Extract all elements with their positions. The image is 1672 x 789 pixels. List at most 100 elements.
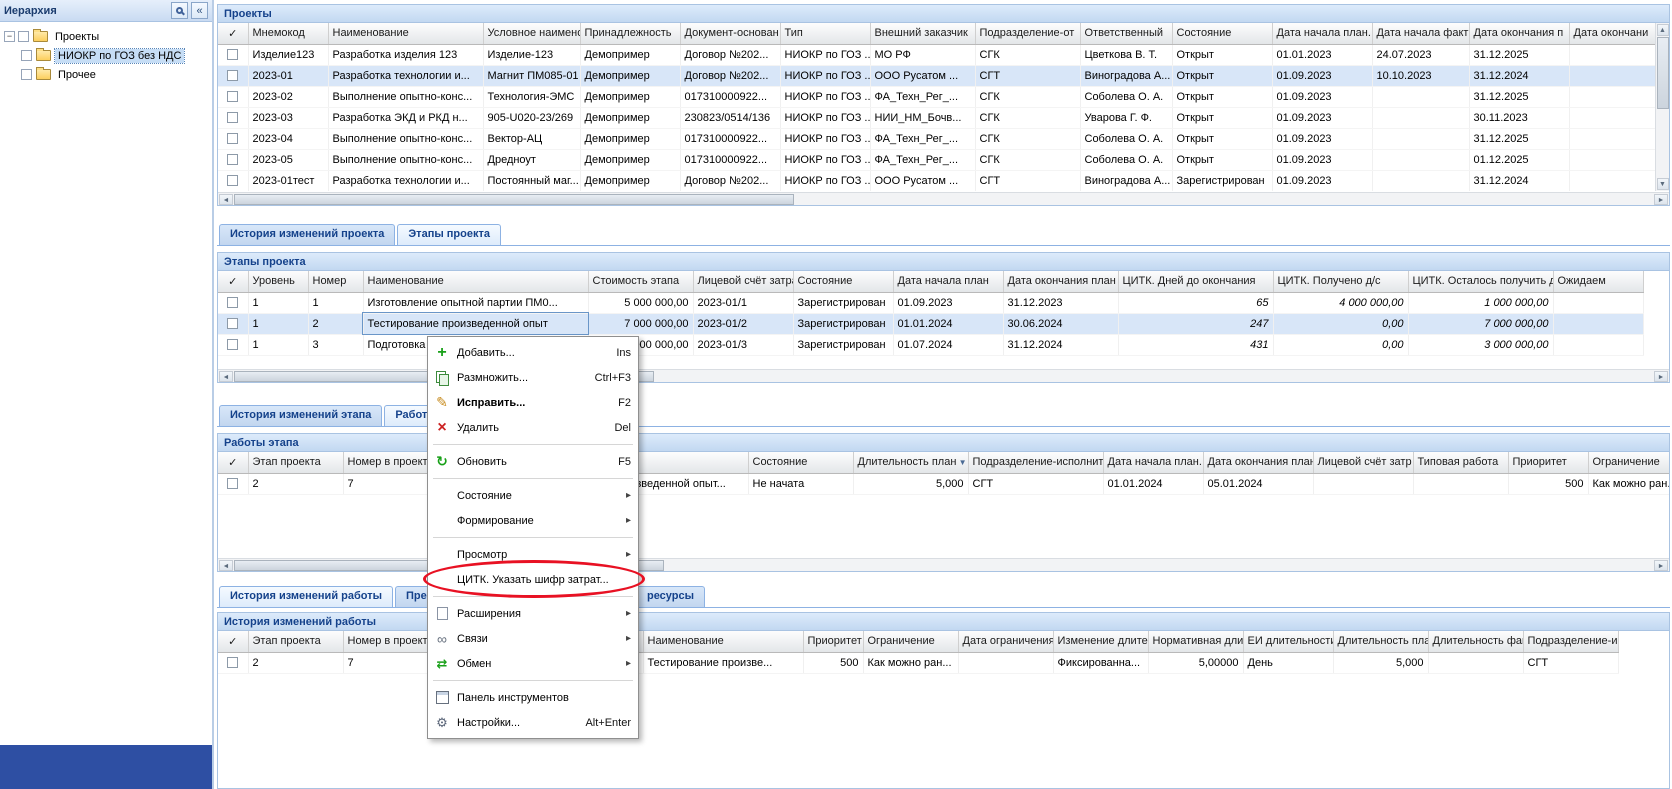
grid-cell[interactable]: СГК <box>975 128 1080 149</box>
grid-cell[interactable] <box>218 313 248 334</box>
tree-item[interactable]: Прочее <box>21 65 209 84</box>
grid-cell[interactable] <box>218 652 248 673</box>
grid-cell[interactable]: 2023-04 <box>248 128 328 149</box>
tree-collapse-icon[interactable]: − <box>4 31 15 42</box>
grid-cell[interactable]: СГТ <box>975 170 1080 191</box>
column-header[interactable]: Лицевой счёт затрат <box>693 271 793 292</box>
row-checkbox[interactable] <box>227 133 238 144</box>
scroll-right-icon[interactable]: ► <box>1654 194 1668 205</box>
column-header[interactable]: Длительность фак <box>1428 631 1523 652</box>
column-header[interactable]: ✓ <box>218 271 248 292</box>
grid-cell[interactable]: Вектор-АЦ <box>483 128 580 149</box>
grid-cell[interactable]: Демопример <box>580 128 680 149</box>
column-header[interactable]: Дата окончания план <box>1203 452 1313 473</box>
grid-cell[interactable] <box>1569 86 1659 107</box>
grid-cell[interactable]: Выполнение опытно-конс... <box>328 86 483 107</box>
grid-cell[interactable]: 7 000 000,00 <box>1408 313 1553 334</box>
grid-cell[interactable]: НИОКР по ГОЗ ... <box>780 65 870 86</box>
row-checkbox[interactable] <box>227 657 238 668</box>
grid-cell[interactable]: Уварова Г. Ф. <box>1080 107 1172 128</box>
row-checkbox[interactable] <box>227 297 238 308</box>
grid-cell[interactable] <box>1313 473 1413 494</box>
column-header[interactable]: Наименование <box>328 23 483 44</box>
grid-cell[interactable]: 0,00 <box>1273 313 1408 334</box>
grid-cell[interactable]: 2023-01тест <box>248 170 328 191</box>
column-header[interactable]: Уровень <box>248 271 308 292</box>
column-header[interactable]: Приоритет <box>803 631 863 652</box>
tree-item-label[interactable]: Проекты <box>52 30 102 44</box>
tab[interactable]: Этапы проекта <box>397 224 501 245</box>
grid-cell[interactable]: 2023-03 <box>248 107 328 128</box>
grid-cell[interactable]: Виноградова А... <box>1080 65 1172 86</box>
context-menu-item[interactable]: Исправить...F2 <box>430 390 636 415</box>
grid-cell[interactable]: 01.01.2023 <box>1272 44 1372 65</box>
grid-cell[interactable]: Демопример <box>580 149 680 170</box>
column-header[interactable]: ЕИ длительности <box>1243 631 1333 652</box>
grid-cell[interactable]: 01.09.2023 <box>1272 107 1372 128</box>
column-header[interactable]: ✓ <box>218 631 248 652</box>
context-menu-item[interactable]: Формирование▸ <box>430 508 636 533</box>
grid-cell[interactable]: Как можно ран... <box>863 652 958 673</box>
grid-cell[interactable]: 31.12.2023 <box>1003 292 1118 313</box>
grid-cell[interactable]: 31.12.2025 <box>1469 44 1569 65</box>
column-header[interactable]: Типовая работа <box>1413 452 1508 473</box>
grid-cell[interactable] <box>1553 292 1643 313</box>
grid-cell[interactable] <box>218 334 248 355</box>
column-header[interactable]: Состояние <box>793 271 893 292</box>
grid-cell[interactable] <box>958 652 1053 673</box>
column-header[interactable]: Условное наименова <box>483 23 580 44</box>
context-menu-item[interactable]: Расширения▸ <box>430 601 636 626</box>
grid-cell[interactable]: НИИ_НМ_Бочв... <box>870 107 975 128</box>
grid-cell[interactable]: 2 <box>248 652 343 673</box>
grid-cell[interactable] <box>218 170 248 191</box>
column-header[interactable]: Дата окончани <box>1569 23 1659 44</box>
grid-cell[interactable]: Выполнение опытно-конс... <box>328 128 483 149</box>
column-header[interactable]: Длительность план ▼ <box>853 452 968 473</box>
grid-cell[interactable]: СГТ <box>975 65 1080 86</box>
grid-cell[interactable] <box>1372 149 1469 170</box>
scrollbar-thumb[interactable] <box>234 194 794 205</box>
grid-cell[interactable]: 2023-01/3 <box>693 334 793 355</box>
column-header[interactable]: Документ-основан <box>680 23 780 44</box>
grid-cell[interactable]: Зарегистрирован <box>793 334 893 355</box>
context-menu-item[interactable]: Добавить...Ins <box>430 340 636 365</box>
table-row[interactable]: 2023-05Выполнение опытно-конс...Дредноут… <box>218 149 1659 170</box>
grid-cell[interactable]: День <box>1243 652 1333 673</box>
grid-cell[interactable]: НИОКР по ГОЗ ... <box>780 149 870 170</box>
grid-cell[interactable] <box>1553 313 1643 334</box>
scroll-left-icon[interactable]: ◄ <box>219 194 233 205</box>
column-header[interactable]: Номер <box>308 271 363 292</box>
scroll-left-icon[interactable]: ◄ <box>219 371 233 382</box>
context-menu-item[interactable]: Состояние▸ <box>430 483 636 508</box>
grid-cell[interactable]: Тестирование произве... <box>643 652 803 673</box>
column-header[interactable]: Внешний заказчик <box>870 23 975 44</box>
column-header[interactable]: ЦИТК. Осталось получить д/с <box>1408 271 1553 292</box>
grid-cell[interactable]: 05.01.2024 <box>1203 473 1313 494</box>
vertical-scrollbar[interactable]: ▲ ▼ <box>1655 23 1669 191</box>
grid-cell[interactable]: 01.01.2024 <box>893 313 1003 334</box>
grid-cell[interactable]: 1 <box>248 334 308 355</box>
grid-cell[interactable] <box>218 44 248 65</box>
grid-cell[interactable]: Разработка изделия 123 <box>328 44 483 65</box>
grid-cell[interactable]: НИОКР по ГОЗ ... <box>780 86 870 107</box>
grid-cell[interactable] <box>218 107 248 128</box>
column-header[interactable]: Ответственный <box>1080 23 1172 44</box>
scroll-right-icon[interactable]: ► <box>1654 560 1668 571</box>
grid-cell[interactable]: СГТ <box>1523 652 1618 673</box>
grid-cell[interactable]: 3 000 000,00 <box>1408 334 1553 355</box>
tree-checkbox[interactable] <box>21 50 32 61</box>
grid-cell[interactable]: 01.09.2023 <box>1272 65 1372 86</box>
grid-cell[interactable]: 10.10.2023 <box>1372 65 1469 86</box>
grid-cell[interactable] <box>1569 170 1659 191</box>
table-row[interactable]: 2023-01Разработка технологии и...Магнит … <box>218 65 1659 86</box>
grid-cell[interactable]: 31.12.2025 <box>1469 86 1569 107</box>
grid-cell[interactable] <box>1569 149 1659 170</box>
column-header[interactable]: Дата начала план. <box>1103 452 1203 473</box>
column-header[interactable]: Этап проекта <box>248 452 343 473</box>
grid-cell[interactable] <box>1428 652 1523 673</box>
context-menu-item[interactable]: УдалитьDel <box>430 415 636 440</box>
grid-cell[interactable] <box>1569 128 1659 149</box>
grid-cell[interactable]: 5,00000 <box>1148 652 1243 673</box>
collapse-panel-button[interactable]: « <box>191 2 208 19</box>
grid-cell[interactable]: 017310000922... <box>680 128 780 149</box>
